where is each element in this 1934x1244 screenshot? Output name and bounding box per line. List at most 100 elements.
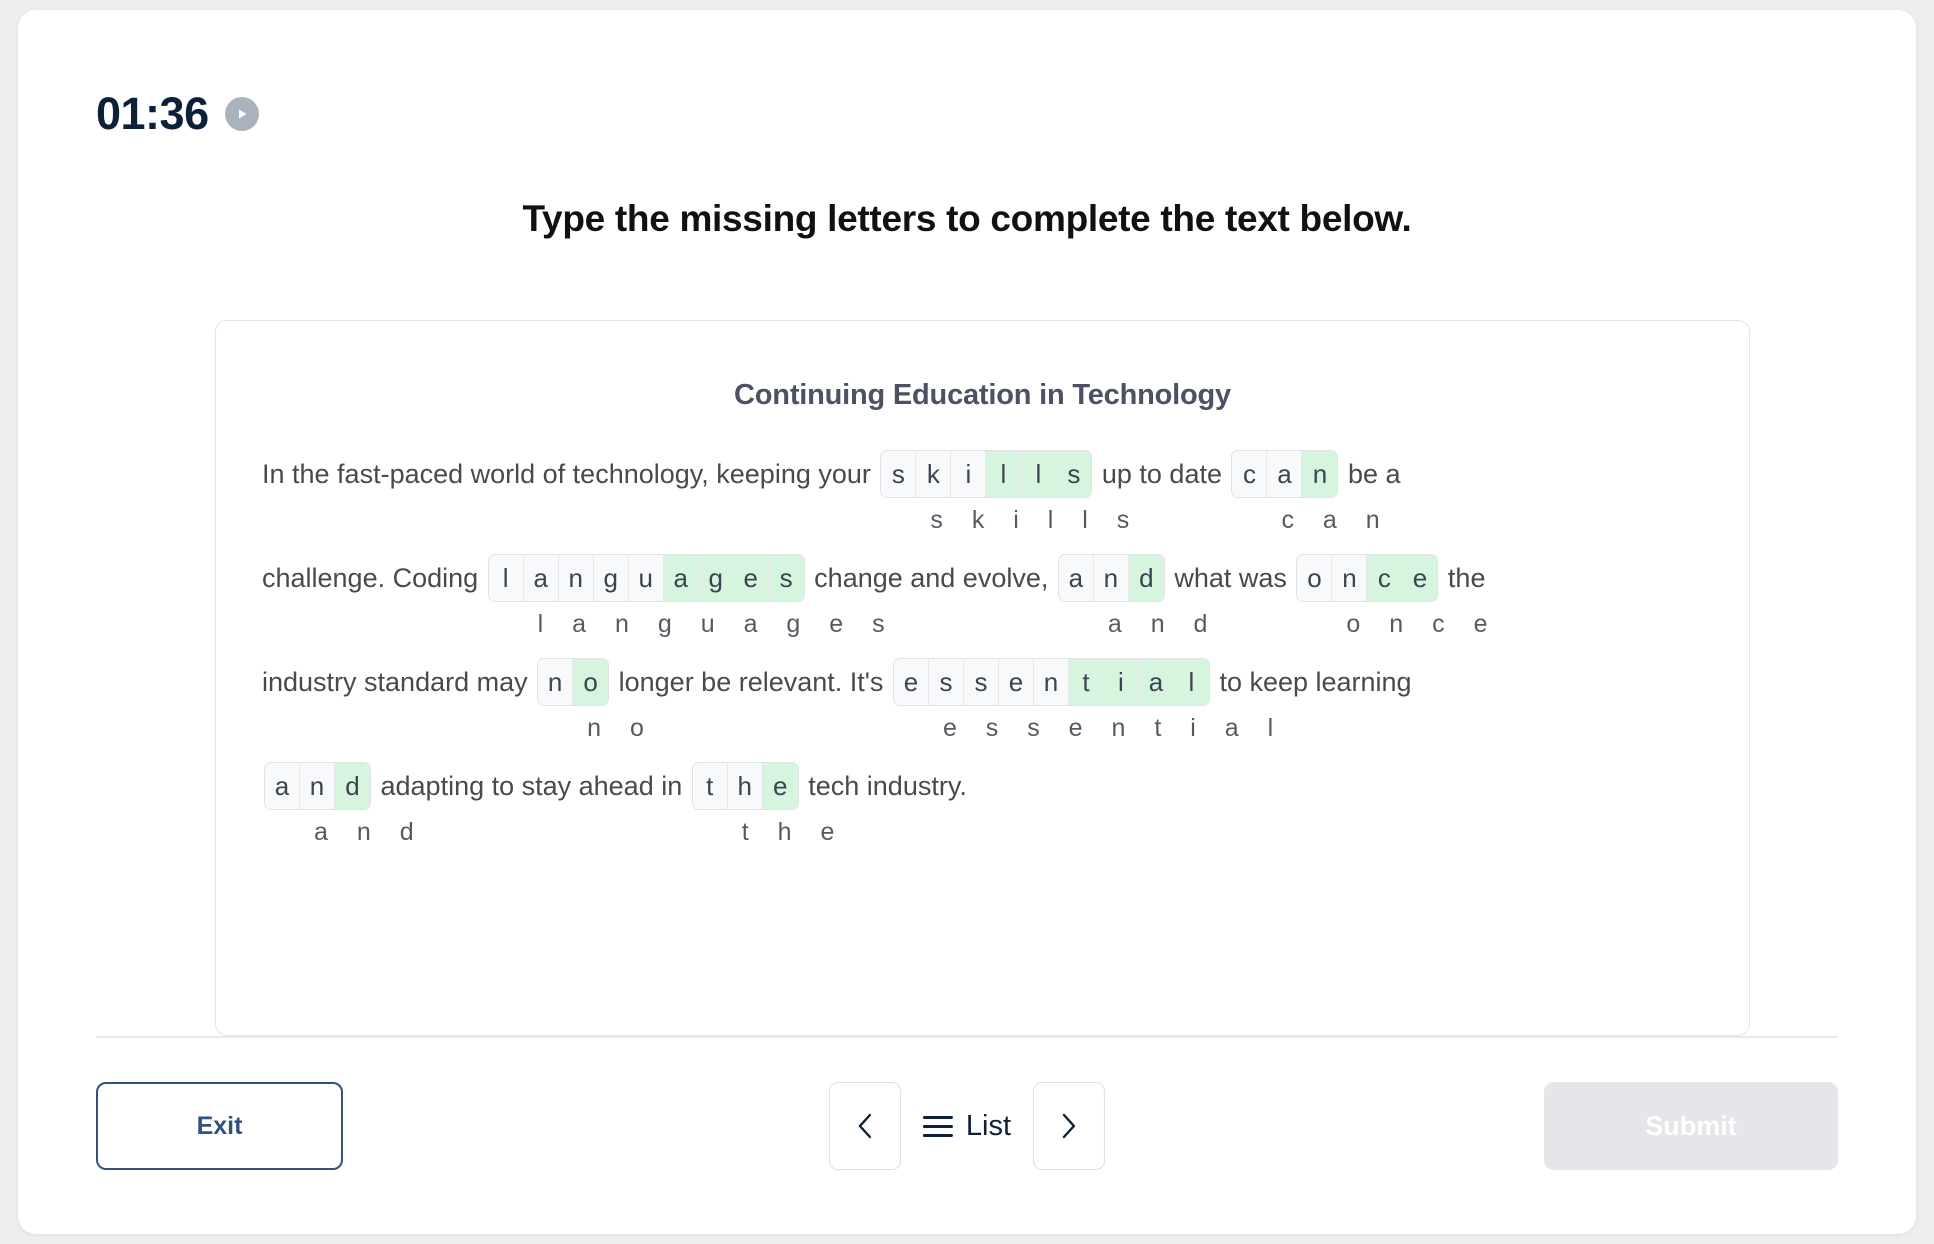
previous-button[interactable]	[828, 1082, 901, 1170]
letter-cell[interactable]: k	[916, 451, 952, 497]
passage-body: In the fast-paced world of technology, k…	[216, 448, 1749, 864]
letter-cell[interactable]: n	[1332, 555, 1368, 601]
letter-cell[interactable]: n	[300, 763, 335, 809]
passage-line-content: challenge. Coding languages change and e…	[262, 552, 1703, 604]
passage-line-content: In the fast-paced world of technology, k…	[262, 448, 1703, 500]
passage-text: adapting to stay ahead in	[373, 770, 690, 801]
footer-divider	[96, 1036, 1838, 1038]
passage-line-content: and adapting to stay ahead in the tech i…	[262, 760, 1703, 812]
passage-text: what was	[1166, 562, 1295, 593]
navigation-controls: List	[828, 1082, 1106, 1170]
letter-cell[interactable]: e	[762, 763, 798, 809]
letter-cell[interactable]: a	[1058, 555, 1094, 601]
answer-hint: s k i l l s	[930, 506, 1141, 534]
letter-cell[interactable]: e	[998, 659, 1034, 705]
passage-line: challenge. Coding languages change and e…	[262, 552, 1703, 656]
letter-cell[interactable]: d	[1128, 555, 1164, 601]
passage-text: industry standard may	[262, 666, 536, 697]
passage-text: the	[1440, 562, 1486, 593]
play-icon[interactable]	[224, 97, 259, 131]
next-button[interactable]	[1033, 1082, 1106, 1170]
letter-cell[interactable]: l	[1173, 659, 1209, 705]
letter-cell[interactable]: l	[1021, 451, 1057, 497]
passage-text: tech industry.	[800, 770, 967, 801]
letter-cell[interactable]: s	[963, 659, 999, 705]
app-window: 01:36 Type the missing letters to comple…	[18, 10, 1916, 1234]
chevron-left-icon	[854, 1111, 876, 1141]
letter-cell[interactable]: s	[1056, 451, 1092, 497]
answer-word-can[interactable]: can	[1231, 450, 1339, 498]
submit-button[interactable]: Submit	[1544, 1082, 1838, 1170]
passage-text: be a	[1340, 458, 1401, 489]
answer-hint-row: s k i l l sc a n	[262, 500, 1703, 552]
letter-cell[interactable]: e	[893, 659, 929, 705]
letter-cell[interactable]: s	[768, 555, 804, 601]
passage-line: In the fast-paced world of technology, k…	[262, 448, 1703, 552]
letter-cell[interactable]: n	[1093, 555, 1129, 601]
letter-cell[interactable]: i	[1103, 659, 1139, 705]
exit-button[interactable]: Exit	[96, 1082, 343, 1170]
footer-bar: Exit List Submit	[18, 1072, 1916, 1182]
letter-cell[interactable]: n	[558, 555, 594, 601]
letter-cell[interactable]: n	[538, 659, 574, 705]
letter-cell[interactable]: c	[1367, 555, 1403, 601]
letter-cell[interactable]: s	[928, 659, 964, 705]
passage-text: longer be relevant. It's	[611, 666, 891, 697]
answer-word-once[interactable]: once	[1296, 554, 1439, 602]
passage-text: challenge. Coding	[262, 562, 486, 593]
answer-hint: o n c e	[1346, 610, 1499, 638]
letter-cell[interactable]: a	[1267, 451, 1303, 497]
letter-cell[interactable]: d	[335, 763, 370, 809]
answer-hint: n o	[587, 714, 655, 742]
answer-word-and[interactable]: and	[1057, 554, 1165, 602]
passage-text: change and evolve,	[806, 562, 1056, 593]
answer-word-no[interactable]: no	[537, 658, 610, 706]
answer-hint: c a n	[1281, 506, 1391, 534]
letter-cell[interactable]: u	[628, 555, 664, 601]
answer-word-and[interactable]: and	[264, 762, 371, 810]
answer-hint-row: n oe s s e n t i a l	[262, 708, 1703, 760]
letter-cell[interactable]: l	[986, 451, 1022, 497]
exercise-card: Continuing Education in Technology In th…	[215, 320, 1750, 1036]
letter-cell[interactable]: t	[692, 763, 728, 809]
letter-cell[interactable]: n	[1302, 451, 1338, 497]
letter-cell[interactable]: e	[1402, 555, 1438, 601]
letter-cell[interactable]: l	[488, 555, 524, 601]
letter-cell[interactable]: a	[265, 763, 300, 809]
answer-word-skills[interactable]: skills	[880, 450, 1093, 498]
answer-word-the[interactable]: the	[691, 762, 799, 810]
letter-cell[interactable]: s	[881, 451, 917, 497]
letter-cell[interactable]: i	[951, 451, 987, 497]
letter-cell[interactable]: t	[1068, 659, 1104, 705]
passage-line: industry standard may no longer be relev…	[262, 656, 1703, 760]
passage-line: and adapting to stay ahead in the tech i…	[262, 760, 1703, 864]
letter-cell[interactable]: a	[523, 555, 559, 601]
letter-cell[interactable]: g	[698, 555, 734, 601]
answer-hint: a n d	[1107, 610, 1219, 638]
answer-word-essential[interactable]: essential	[892, 658, 1210, 706]
timer-value: 01:36	[96, 88, 209, 139]
letter-cell[interactable]: o	[573, 659, 609, 705]
letter-cell[interactable]: e	[733, 555, 769, 601]
passage-title: Continuing Education in Technology	[734, 379, 1231, 411]
passage-text: In the fast-paced world of technology, k…	[262, 458, 879, 489]
answer-hint: l a n g u a g e s	[537, 610, 896, 638]
chevron-right-icon	[1058, 1111, 1080, 1141]
page-title: Type the missing letters to complete the…	[522, 198, 1412, 239]
letter-cell[interactable]: o	[1297, 555, 1333, 601]
answer-hint: e s s e n t i a l	[942, 714, 1285, 742]
letter-cell[interactable]: c	[1232, 451, 1268, 497]
letter-cell[interactable]: a	[1138, 659, 1174, 705]
list-button[interactable]: List	[922, 1109, 1012, 1143]
letter-cell[interactable]: n	[1033, 659, 1069, 705]
answer-hint: a n d	[314, 818, 425, 846]
list-button-label: List	[965, 1109, 1012, 1142]
answer-hint-row: l a n g u a g e sa n do n c e	[262, 604, 1703, 656]
passage-line-content: industry standard may no longer be relev…	[262, 656, 1703, 708]
hamburger-icon	[922, 1115, 953, 1137]
passage-text: to keep learning	[1211, 666, 1412, 697]
answer-word-languages[interactable]: languages	[487, 554, 805, 602]
letter-cell[interactable]: h	[727, 763, 763, 809]
letter-cell[interactable]: a	[663, 555, 699, 601]
letter-cell[interactable]: g	[593, 555, 629, 601]
